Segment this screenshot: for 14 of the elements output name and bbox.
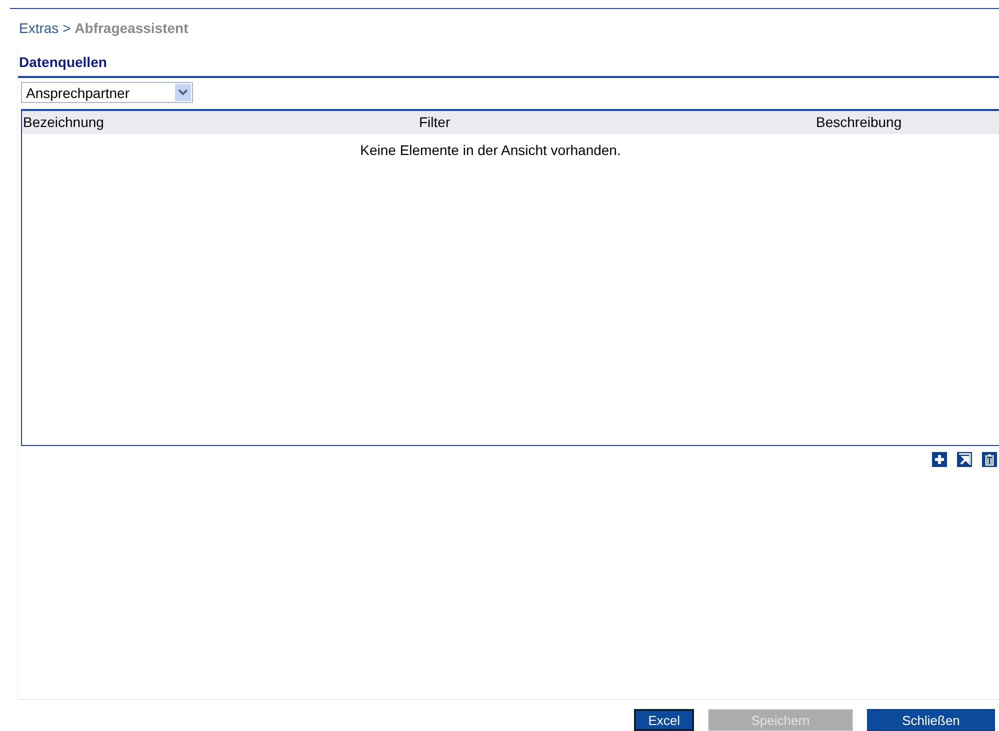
column-header[interactable]: Beschreibung: [815, 111, 999, 134]
excel-button[interactable]: Excel: [634, 709, 694, 731]
breadcrumb-link[interactable]: Extras: [19, 20, 59, 36]
plus-icon[interactable]: [932, 452, 947, 467]
arrow-icon[interactable]: [957, 452, 972, 467]
page-title: Abfrageassistent: [74, 20, 188, 36]
breadcrumb-separator: >: [62, 20, 71, 36]
column-header[interactable]: Bezeichnung: [22, 111, 415, 134]
empty-message: Keine Elemente in der Ansicht vorhanden.: [359, 142, 622, 158]
column-header[interactable]: Filter: [418, 111, 812, 134]
datasource-dropdown[interactable]: Ansprechpartner: [21, 82, 193, 103]
section-title: Datenquellen: [18, 48, 999, 78]
close-button[interactable]: Schließen: [867, 709, 995, 731]
trash-icon[interactable]: [982, 452, 997, 467]
